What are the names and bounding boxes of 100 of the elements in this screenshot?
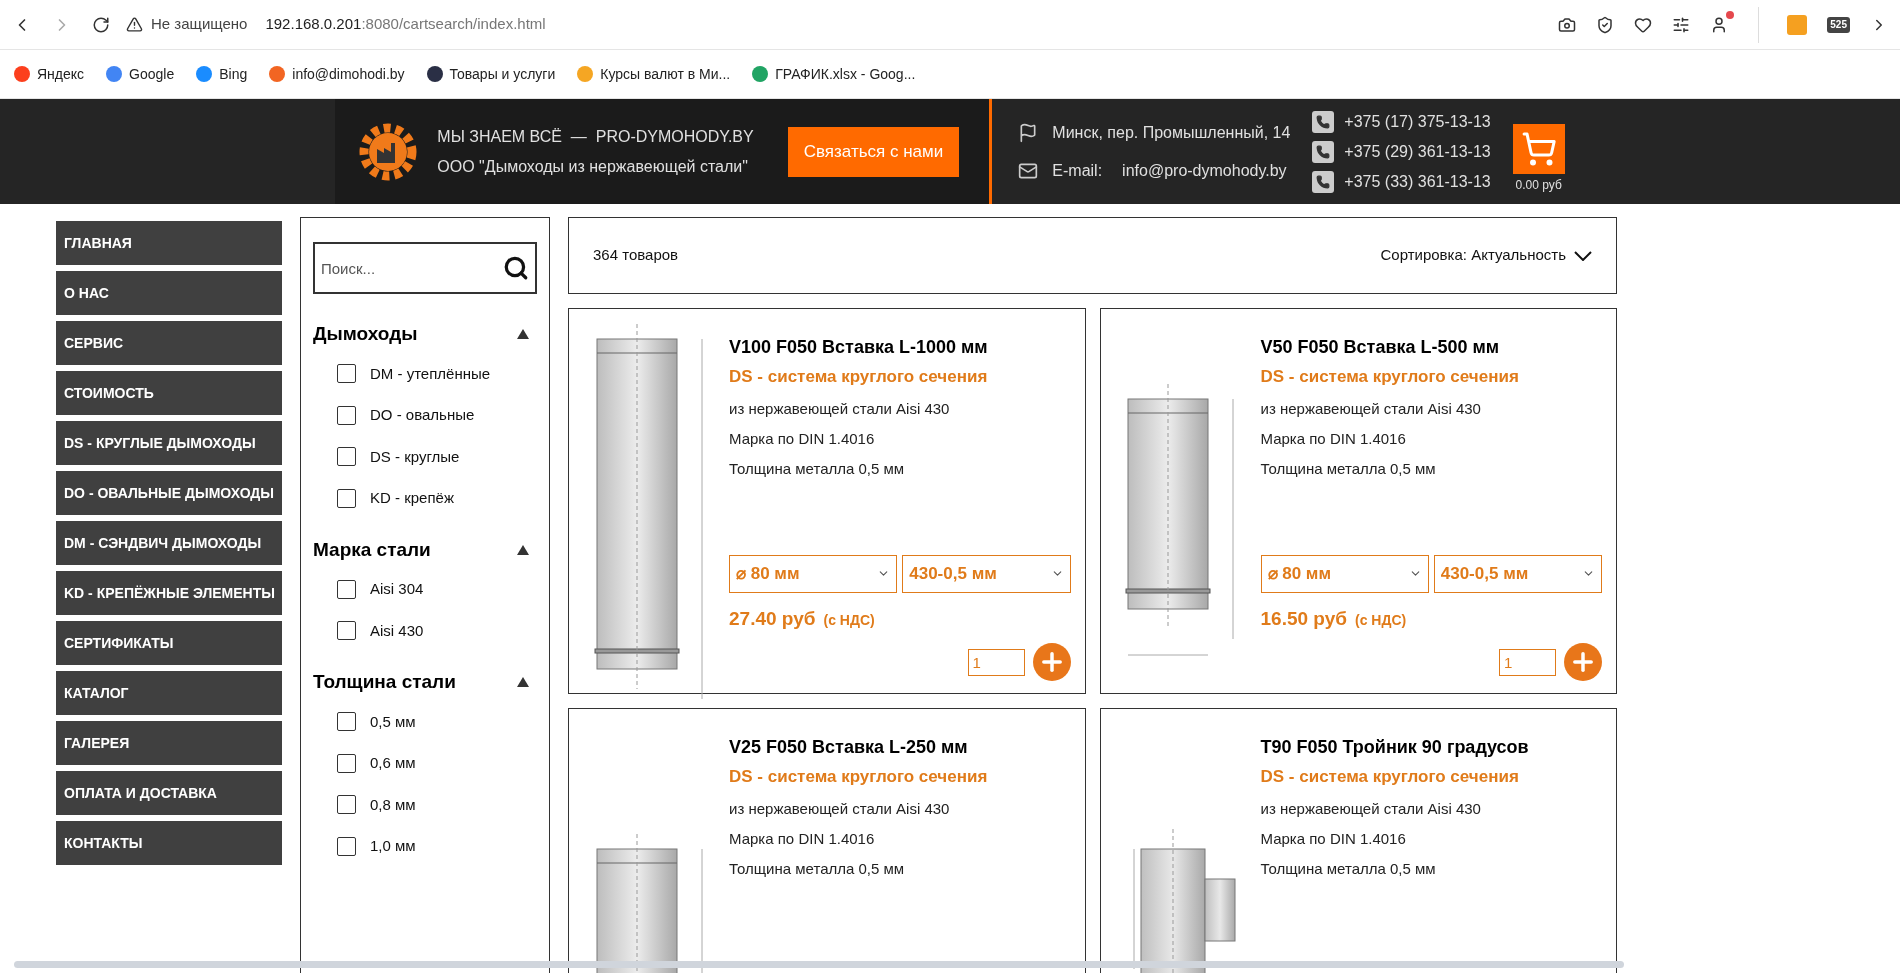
product-price: 27.40 руб <box>729 606 816 631</box>
product-title[interactable]: V100 F050 Вставка L-1000 мм <box>729 335 1071 359</box>
horizontal-scrollbar[interactable] <box>14 961 1624 968</box>
checkbox-label[interactable]: Aisi 430 <box>370 619 424 642</box>
checkbox[interactable] <box>337 753 356 773</box>
bookmark-link[interactable]: ГРАФИК.xlsx - Goog... <box>752 63 916 85</box>
product-series: DS - система круглого сечения <box>729 766 989 788</box>
phone-number[interactable]: +375 (33) 361-13-13 <box>1344 169 1491 194</box>
phone-number[interactable]: +375 (29) 361-13-13 <box>1344 139 1491 164</box>
heart-icon[interactable] <box>1634 15 1653 34</box>
menu-item[interactable]: КОНТАКТЫ <box>56 821 282 865</box>
menu-item[interactable]: СТОИМОСТЬ <box>56 371 282 415</box>
reload-icon[interactable] <box>92 15 110 34</box>
menu-item[interactable]: DS - КРУГЛЫЕ ДЫМОХОДЫ <box>56 421 282 465</box>
product-spec: Марка по DIN 1.4016 <box>1260 429 1407 449</box>
add-to-cart-button[interactable] <box>1032 643 1071 681</box>
chevron-down-icon <box>1574 250 1592 261</box>
search-field[interactable]: Поиск... <box>313 242 537 294</box>
product-spec: Толщина металла 0,5 мм <box>1260 859 1437 879</box>
product-spec: Марка по DIN 1.4016 <box>729 829 876 849</box>
checkbox[interactable] <box>337 579 356 599</box>
phone-number[interactable]: +375 (17) 375-13-13 <box>1344 109 1491 134</box>
checkbox[interactable] <box>337 488 356 508</box>
bookmark-link[interactable]: info@dimohodi.by <box>269 63 405 85</box>
sort-dropdown[interactable]: Сортировка: Актуальность <box>1380 244 1592 267</box>
phone-icon <box>1312 170 1335 193</box>
product-title[interactable]: V25 F050 Вставка L-250 мм <box>729 735 1071 759</box>
cart-total: 0.00 руб <box>1515 176 1562 194</box>
collapse-arrow-icon[interactable] <box>517 677 529 688</box>
results-count: 364 товаров <box>593 245 679 266</box>
menu-item[interactable]: DM - СЭНДВИЧ ДЫМОХОДЫ <box>56 521 282 565</box>
phone-icon <box>1312 110 1335 133</box>
warning-icon[interactable] <box>126 16 143 33</box>
checkbox[interactable] <box>337 405 356 425</box>
email-link[interactable]: info@pro-dymohody.by <box>1122 158 1287 183</box>
checkbox-label[interactable]: KD - крепёж <box>370 487 454 510</box>
product-spec: из нержавеющей стали Aisi 430 <box>729 399 951 419</box>
add-to-cart-button[interactable] <box>1564 643 1602 681</box>
product-spec: из нержавеющей стали Aisi 430 <box>1260 399 1482 419</box>
menu-item[interactable]: DO - ОВАЛЬНЫЕ ДЫМОХОДЫ <box>56 471 282 515</box>
vat-note: (с НДС) <box>1355 610 1407 630</box>
bookmark-link[interactable]: Товары и услуги <box>426 63 556 85</box>
search-icon[interactable] <box>503 255 529 281</box>
security-label[interactable]: Не защищено <box>151 13 248 36</box>
product-spec: Толщина металла 0,5 мм <box>729 459 906 479</box>
menu-item[interactable]: О НАС <box>56 271 282 315</box>
checkbox[interactable] <box>337 795 356 815</box>
sliders-icon[interactable] <box>1672 15 1691 34</box>
filter-group-title[interactable]: Марка стали <box>313 535 431 564</box>
bookmark-link[interactable]: Google <box>106 63 175 85</box>
filter-group-title[interactable]: Толщина стали <box>313 668 456 697</box>
phone-icon <box>1312 140 1335 163</box>
product-spec: Толщина металла 0,5 мм <box>1260 459 1437 479</box>
checkbox-label[interactable]: DO - овальные <box>370 404 475 427</box>
bookmark-link[interactable]: Курсы валют в Ми... <box>577 63 731 85</box>
extension-badge[interactable]: 525 <box>1827 16 1850 33</box>
email-label: E-mail: <box>1052 160 1103 181</box>
cart-button[interactable] <box>1512 123 1565 174</box>
menu-item[interactable]: KD - КРЕПЁЖНЫЕ ЭЛЕМЕНТЫ <box>56 571 282 615</box>
product-series: DS - система круглого сечения <box>729 366 989 388</box>
product-spec: Марка по DIN 1.4016 <box>1260 829 1407 849</box>
checkbox[interactable] <box>337 447 356 467</box>
checkbox-label[interactable]: 1,0 мм <box>370 835 416 858</box>
menu-item[interactable]: КАТАЛОГ <box>56 671 282 715</box>
bookmark-link[interactable]: Яндекс <box>14 63 85 85</box>
menu-item[interactable]: ГЛАВНАЯ <box>56 221 282 265</box>
checkbox-label[interactable]: 0,8 мм <box>370 793 416 816</box>
checkbox[interactable] <box>337 836 356 856</box>
product-title[interactable]: T90 F050 Тройник 90 градусов <box>1260 735 1602 759</box>
product-spec: из нержавеющей стали Aisi 430 <box>729 799 951 819</box>
shield-icon[interactable] <box>1596 15 1615 34</box>
filter-group-title[interactable]: Дымоходы <box>313 320 418 349</box>
vat-note: (с НДС) <box>823 610 875 630</box>
company-name: ООО "Дымоходы из нержавеющей стали" <box>437 156 749 177</box>
collapse-arrow-icon[interactable] <box>517 329 529 340</box>
checkbox-label[interactable]: 0,5 мм <box>370 710 416 733</box>
address-text: Минск, пер. Промышленный, 14 <box>1052 122 1291 143</box>
product-series: DS - система круглого сечения <box>1260 366 1520 388</box>
menu-item[interactable]: СЕРВИС <box>56 321 282 365</box>
menu-item[interactable]: СЕРТИФИКАТЫ <box>56 621 282 665</box>
menu-item[interactable]: ОПЛАТА И ДОСТАВКА <box>56 771 282 815</box>
address-bar-url[interactable]: 192.168.0.201:8080/cartsearch/index.html <box>265 13 546 36</box>
camera-icon[interactable] <box>1558 15 1577 34</box>
checkbox[interactable] <box>337 712 356 732</box>
checkbox-label[interactable]: Aisi 304 <box>370 578 424 601</box>
checkbox-label[interactable]: DS - круглые <box>370 445 460 468</box>
menu-item[interactable]: ГАЛЕРЕЯ <box>56 721 282 765</box>
bookmark-link[interactable]: Bing <box>196 63 248 85</box>
collapse-arrow-icon[interactable] <box>517 544 529 555</box>
product-spec: Марка по DIN 1.4016 <box>729 429 876 449</box>
flag-icon <box>1018 122 1039 143</box>
checkbox-label[interactable]: 0,6 мм <box>370 752 416 775</box>
checkbox[interactable] <box>337 621 356 641</box>
product-price: 16.50 руб <box>1260 606 1347 631</box>
checkbox[interactable] <box>337 364 356 384</box>
product-series: DS - система круглого сечения <box>1260 766 1520 788</box>
site-slogan: МЫ ЗНАЕМ ВСЁ — PRO-DYMOHODY.BY <box>437 126 754 147</box>
product-spec: Толщина металла 0,5 мм <box>729 859 906 879</box>
checkbox-label[interactable]: DM - утеплённые <box>370 362 491 385</box>
product-title[interactable]: V50 F050 Вставка L-500 мм <box>1260 335 1602 359</box>
